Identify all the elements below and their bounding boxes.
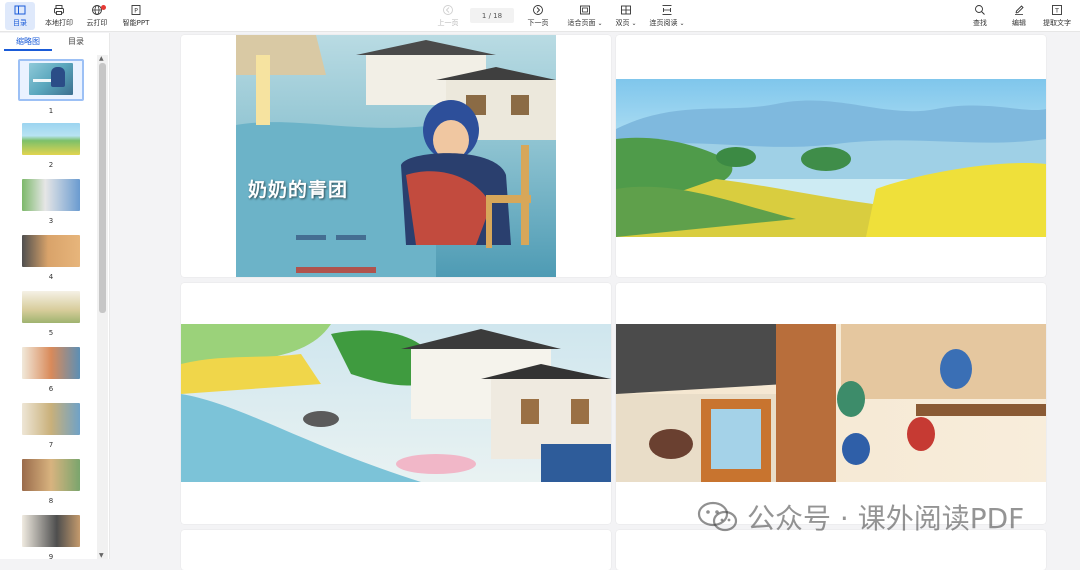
cloud-print-icon	[91, 4, 106, 16]
thumbnail-page-9[interactable]: 9	[20, 515, 82, 559]
page-4-illustration	[616, 324, 1046, 482]
svg-text:P: P	[134, 8, 138, 15]
page-1-cover: 奶奶的青团	[181, 35, 611, 277]
thumbnail-number: 1	[48, 107, 54, 115]
next-page-icon	[532, 4, 544, 16]
page-3	[181, 283, 611, 524]
double-page-icon	[620, 4, 632, 16]
sidebar-toggle-icon	[14, 4, 26, 16]
extract-text-icon: T	[1051, 4, 1063, 16]
watermark: 公众号 · 课外阅读PDF	[697, 497, 1057, 537]
prev-page-icon	[442, 4, 454, 16]
double-page-button[interactable]: 双页 ⌄	[613, 2, 639, 30]
ppt-icon: P	[130, 4, 142, 16]
search-label: 查找	[973, 19, 987, 27]
thumbnail-number: 7	[48, 441, 54, 449]
thumbnail-list: 1 2 3 4 5 6 7 8 9	[0, 55, 98, 559]
toolbar: 目录 本地打印 云打印 P 智能PPT 上一页 1 / 18 下一页 适合页面 ⌄…	[0, 0, 1080, 32]
thumbnail-number: 3	[48, 217, 54, 225]
document-view[interactable]: 奶奶的青团	[111, 33, 1080, 570]
continuous-read-icon	[661, 4, 673, 16]
toc-button[interactable]: 目录	[5, 2, 35, 30]
cover-illustration: 奶奶的青团	[236, 35, 556, 277]
wechat-icon	[697, 501, 738, 532]
page-5	[181, 530, 611, 570]
thumbnail-page-7[interactable]: 7	[20, 403, 82, 449]
smart-ppt-button[interactable]: P 智能PPT	[120, 2, 152, 30]
prev-page-label: 上一页	[437, 19, 459, 27]
tab-thumbnails[interactable]: 缩略图	[4, 33, 52, 51]
scrollbar-thumb[interactable]	[99, 63, 106, 313]
search-button[interactable]: 查找	[968, 2, 992, 30]
notification-dot	[101, 5, 106, 10]
page-2-illustration	[616, 79, 1046, 237]
edit-label: 编辑	[1012, 19, 1026, 27]
edit-icon	[1013, 4, 1025, 16]
smart-ppt-label: 智能PPT	[122, 19, 150, 27]
cover-title: 奶奶的青团	[248, 179, 349, 201]
fit-page-button[interactable]: 适合页面 ⌄	[565, 2, 605, 30]
thumbnail-number: 5	[48, 329, 54, 337]
next-page-button[interactable]: 下一页	[524, 2, 552, 30]
scroll-up-icon[interactable]: ▲	[99, 55, 104, 62]
sidebar-tabs: 缩略图 目录	[0, 33, 110, 51]
next-page-label: 下一页	[527, 19, 549, 27]
scroll-down-icon[interactable]: ▼	[99, 552, 104, 559]
thumbnail-number: 8	[48, 497, 54, 505]
thumbnail-page-2[interactable]: 2	[20, 123, 82, 169]
extract-text-button[interactable]: T 提取文字	[1041, 2, 1073, 30]
edit-button[interactable]: 编辑	[1007, 2, 1031, 30]
page-number-input[interactable]: 1 / 18	[470, 8, 514, 23]
thumbnail-page-6[interactable]: 6	[20, 347, 82, 393]
printer-icon	[53, 4, 65, 16]
thumbnail-page-1[interactable]: 1	[18, 59, 84, 115]
page-3-illustration	[181, 324, 611, 482]
continuous-read-label: 连页阅读 ⌄	[649, 19, 685, 27]
thumbnail-number: 2	[48, 161, 54, 169]
tab-contents[interactable]: 目录	[52, 33, 100, 51]
thumbnail-page-3[interactable]: 3	[20, 179, 82, 225]
thumbnail-page-5[interactable]: 5	[20, 291, 82, 337]
watermark-text: 公众号 · 课外阅读PDF	[747, 502, 1025, 535]
thumbnail-number: 9	[48, 553, 54, 559]
local-print-label: 本地打印	[45, 19, 73, 27]
page-4	[616, 283, 1046, 524]
extract-text-label: 提取文字	[1043, 19, 1071, 27]
thumbnail-number: 6	[48, 385, 54, 393]
cloud-print-button[interactable]: 云打印	[84, 2, 110, 30]
prev-page-button[interactable]: 上一页	[434, 2, 462, 30]
fit-page-icon	[579, 4, 591, 16]
double-page-label: 双页 ⌄	[615, 19, 637, 27]
thumbnail-number: 4	[48, 273, 54, 281]
search-icon	[974, 4, 986, 16]
thumbnail-sidebar: 缩略图 目录 1 2 3 4 5 6 7 8 9 ▲ ▼	[0, 33, 110, 559]
svg-text:T: T	[1054, 7, 1059, 15]
sidebar-scrollbar[interactable]: ▲ ▼	[97, 55, 108, 559]
thumbnail-page-8[interactable]: 8	[20, 459, 82, 505]
fit-page-label: 适合页面 ⌄	[567, 19, 603, 27]
cloud-print-label: 云打印	[86, 19, 108, 27]
page-2	[616, 35, 1046, 277]
toc-button-label: 目录	[13, 19, 27, 27]
thumbnail-page-4[interactable]: 4	[20, 235, 82, 281]
local-print-button[interactable]: 本地打印	[42, 2, 76, 30]
continuous-read-button[interactable]: 连页阅读 ⌄	[647, 2, 687, 30]
